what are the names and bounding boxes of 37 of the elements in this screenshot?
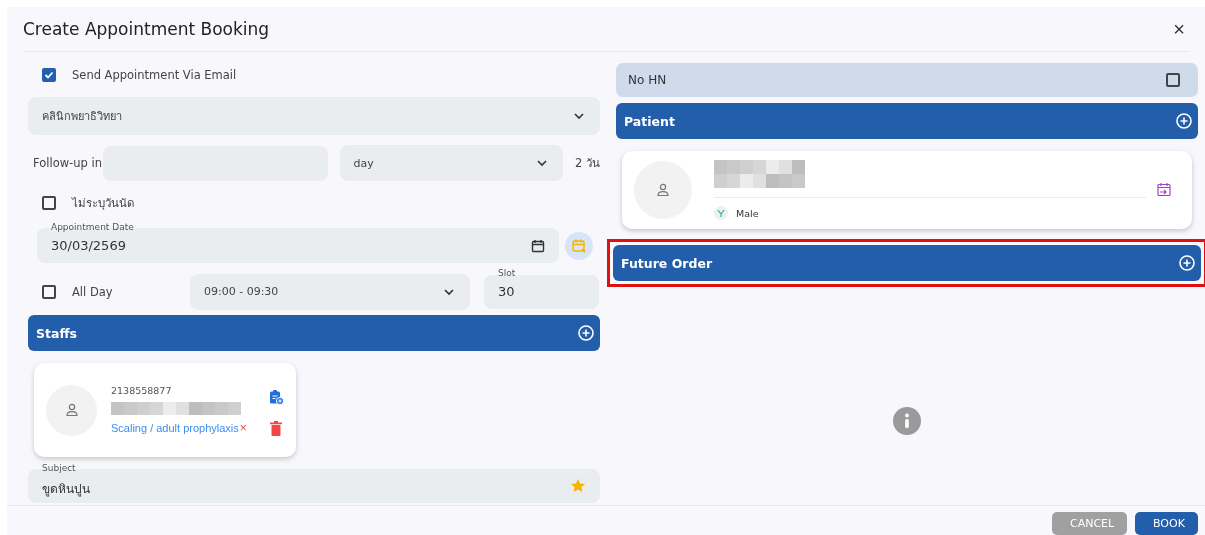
- checkbox[interactable]: [42, 196, 56, 210]
- follow-up-label: Follow-up in: [32, 156, 103, 170]
- person-icon: [63, 402, 80, 418]
- follow-up-summary: 2 วัน: [575, 155, 600, 172]
- checkbox-label: ไม่ระบุวันนัด: [72, 195, 134, 212]
- check-icon: [44, 70, 54, 80]
- window-title: Create Appointment Booking: [23, 19, 270, 39]
- trash-icon[interactable]: [270, 420, 282, 436]
- calendar-transfer-icon[interactable]: [1156, 182, 1172, 198]
- checkbox-label: All Day: [72, 284, 113, 299]
- checkbox[interactable]: [42, 284, 56, 299]
- add-icon[interactable]: [1176, 113, 1192, 129]
- gender-label: Male: [736, 207, 759, 219]
- procedure-link[interactable]: Scaling / adult prophylaxis: [111, 422, 239, 434]
- info-icon: [893, 407, 921, 435]
- add-icon[interactable]: [578, 325, 594, 341]
- person-icon: [655, 182, 671, 198]
- checkbox[interactable]: [1166, 73, 1180, 87]
- clinic-select[interactable]: คลินิกพยาธิวิทยา: [28, 97, 600, 135]
- section-title: Patient: [624, 113, 675, 129]
- section-title: Future Order: [621, 255, 713, 271]
- no-hn-label: No HN: [628, 73, 667, 87]
- calendar-icon[interactable]: [531, 238, 545, 253]
- book-button[interactable]: BOOK: [1135, 512, 1198, 535]
- clipboard-add-icon[interactable]: [268, 388, 284, 405]
- section-title: Staffs: [36, 325, 77, 341]
- gender-icon: [714, 206, 728, 220]
- staff-id: 2138558877: [111, 385, 173, 396]
- star-icon[interactable]: [570, 478, 586, 494]
- remove-procedure-button[interactable]: ×: [239, 421, 247, 435]
- time-select[interactable]: 09:00 - 09:30: [190, 273, 470, 310]
- checkbox-label: Send Appointment Via Email: [72, 68, 237, 82]
- checkbox[interactable]: [42, 68, 56, 82]
- add-icon[interactable]: [1179, 255, 1195, 271]
- calendar-icon: [571, 237, 587, 254]
- unit-select[interactable]: day: [339, 145, 563, 181]
- close-button[interactable]: ×: [1169, 17, 1189, 41]
